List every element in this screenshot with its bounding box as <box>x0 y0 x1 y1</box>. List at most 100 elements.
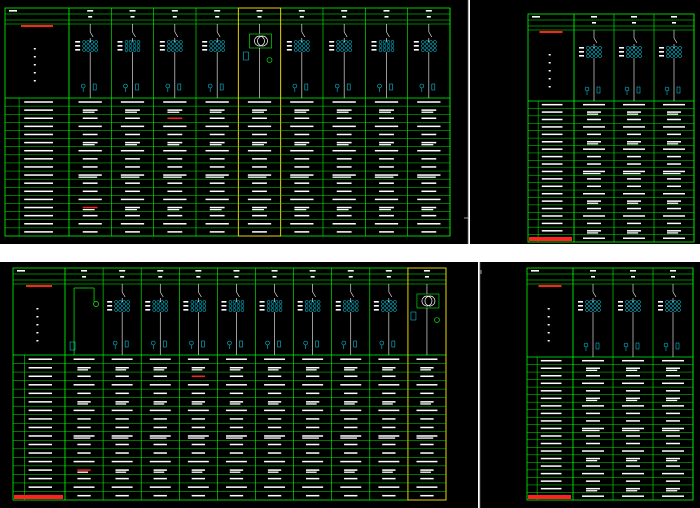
current-transformer-icon <box>308 308 313 312</box>
ct-label-mark <box>202 49 208 51</box>
cell-text-mark <box>229 403 241 405</box>
current-transformer-icon <box>232 300 237 304</box>
row-label-mark <box>540 450 562 452</box>
cell-text-mark <box>662 427 684 430</box>
cell-text-mark <box>586 420 600 422</box>
current-transformer-icon <box>236 308 241 312</box>
cell-text-mark <box>332 101 356 103</box>
cell-text-mark <box>77 366 91 369</box>
current-transformer-icon <box>589 304 593 308</box>
row-label-mark <box>541 141 563 143</box>
current-transformer-icon <box>294 44 298 48</box>
cell-text-mark <box>420 477 434 480</box>
current-transformer-icon <box>94 48 98 52</box>
label-mark <box>548 54 551 56</box>
cell-text-mark <box>587 230 601 232</box>
row-label-mark <box>540 390 562 392</box>
current-transformer-icon <box>156 308 160 312</box>
cell-text-mark <box>332 174 356 176</box>
cell-text-mark <box>111 384 133 386</box>
cell-text-mark <box>421 190 437 193</box>
switch-blade <box>593 37 598 44</box>
cell-text-mark <box>294 111 307 113</box>
cell-text-mark <box>421 214 437 217</box>
column-header-mark <box>630 270 636 272</box>
ct-label-mark <box>107 305 113 307</box>
current-transformer-icon <box>124 40 129 44</box>
current-transformer-icon <box>156 304 160 308</box>
cell-text-mark <box>626 442 640 445</box>
current-transformer-icon <box>598 54 602 58</box>
cell-text-mark <box>582 382 604 385</box>
ct-label-mark <box>297 301 303 303</box>
cell-text-mark <box>187 409 209 412</box>
current-transformer-icon <box>597 304 601 308</box>
cell-text-mark <box>623 192 645 195</box>
current-transformer-icon <box>678 46 682 50</box>
label-mark <box>547 308 550 310</box>
cell-text-mark <box>191 392 206 395</box>
label-mark <box>547 332 550 334</box>
current-transformer-icon <box>385 304 389 308</box>
cell-text-mark <box>225 384 247 386</box>
cell-text-mark <box>626 487 640 490</box>
row-label-mark <box>541 170 563 173</box>
cell-text-mark <box>344 401 358 403</box>
fuse-icon <box>243 51 249 61</box>
current-transformer-icon <box>598 46 602 50</box>
current-transformer-icon <box>594 50 598 54</box>
current-transformer-icon <box>236 300 241 304</box>
ct-label-mark <box>619 51 624 53</box>
column-number-mark <box>348 276 353 278</box>
cell-text-mark <box>209 158 225 160</box>
row-label-mark <box>541 222 563 225</box>
current-transformer-icon <box>343 300 347 304</box>
cell-text-mark <box>583 103 605 106</box>
current-transformer-icon <box>429 40 433 44</box>
current-transformer-icon <box>677 308 681 312</box>
cell-text-mark <box>587 113 599 115</box>
cell-text-mark <box>205 149 229 152</box>
current-transformer-icon <box>90 48 94 52</box>
cell-text-mark <box>252 144 264 146</box>
label-mark <box>33 56 36 58</box>
current-transformer-icon <box>348 40 352 44</box>
cell-text-mark <box>382 392 396 395</box>
switch-blade <box>343 31 348 38</box>
current-transformer-icon <box>126 304 130 308</box>
cell-text-mark <box>153 392 167 395</box>
fuse-icon <box>315 340 319 348</box>
cell-text-mark <box>417 125 441 128</box>
cell-text-mark <box>627 232 639 234</box>
label-mark <box>548 70 551 72</box>
row-label-mark <box>540 420 562 422</box>
fuse-icon <box>135 83 139 91</box>
cell-text-mark <box>153 471 165 473</box>
cell-text-mark <box>378 486 400 488</box>
column-number-mark <box>299 16 304 18</box>
current-transformer-icon <box>382 44 387 48</box>
current-transformer-icon <box>312 308 317 312</box>
label-mark <box>548 62 551 64</box>
cell-text-mark <box>78 125 102 128</box>
row-label-mark <box>540 382 562 385</box>
cell-text-mark <box>267 403 279 405</box>
cell-text-mark <box>587 155 601 158</box>
cell-text-mark <box>120 223 145 225</box>
cell-text-mark <box>78 174 102 176</box>
sheet-frame <box>527 13 695 243</box>
current-transformer-icon <box>340 40 344 44</box>
row-label-mark <box>28 358 52 360</box>
current-transformer-icon <box>630 54 634 58</box>
current-transformer-icon <box>630 46 634 50</box>
cell-text-mark <box>416 460 438 463</box>
ct-label-mark <box>221 301 227 303</box>
switch-blade <box>132 31 136 38</box>
cell-text-mark <box>163 149 187 152</box>
cell-text-mark <box>82 166 98 168</box>
current-transformer-icon <box>118 300 122 304</box>
surge-arrester-icon <box>624 86 630 92</box>
current-transformer-icon <box>629 300 633 304</box>
current-transformer-icon <box>343 304 347 308</box>
cell-text-mark <box>267 418 282 420</box>
